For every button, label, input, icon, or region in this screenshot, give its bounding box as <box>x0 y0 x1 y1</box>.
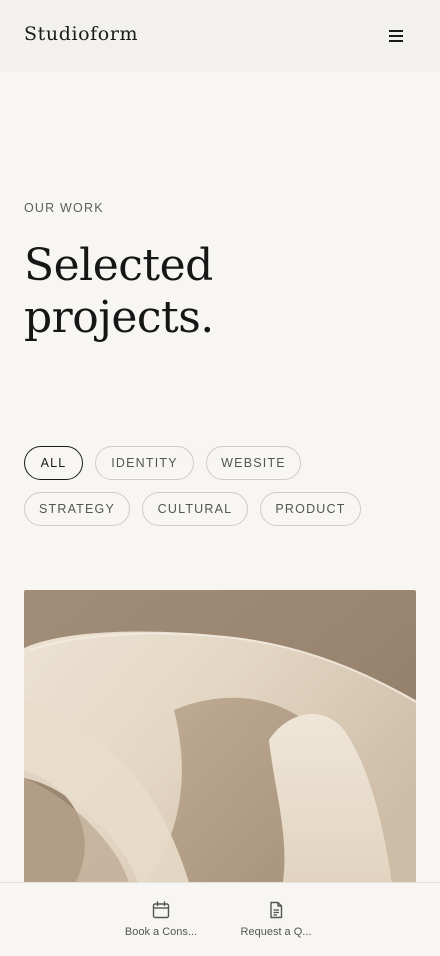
book-consultation-tab[interactable]: Book a Cons... <box>113 900 209 938</box>
request-quote-label: Request a Q... <box>240 926 312 938</box>
request-quote-tab[interactable]: Request a Q... <box>228 900 324 938</box>
section-eyebrow: OUR WORK <box>24 201 104 215</box>
project-card-image[interactable] <box>24 590 416 900</box>
filter-chip-product[interactable]: PRODUCT <box>260 492 361 526</box>
calendar-icon <box>152 901 170 919</box>
filter-chip-strategy[interactable]: STRATEGY <box>24 492 130 526</box>
book-consultation-label: Book a Cons... <box>124 926 198 938</box>
filter-chip-cultural[interactable]: CULTURAL <box>142 492 248 526</box>
page-title-line-2: projects. <box>24 292 214 343</box>
filter-chip-identity[interactable]: IDENTITY <box>95 446 194 480</box>
filter-chip-all[interactable]: ALL <box>24 446 83 480</box>
brand-logo[interactable]: Studioform <box>24 23 138 45</box>
bottom-action-bar: Book a Cons... Request a Q... <box>0 882 440 956</box>
site-header: Studioform <box>0 0 440 72</box>
page-title-line-1: Selected <box>24 240 213 291</box>
hamburger-icon[interactable] <box>386 26 406 46</box>
page-title: Selected projects. <box>24 240 284 344</box>
abstract-sculpture-image <box>24 590 416 900</box>
filter-chip-website[interactable]: WEBSITE <box>206 446 301 480</box>
document-icon <box>270 901 283 919</box>
